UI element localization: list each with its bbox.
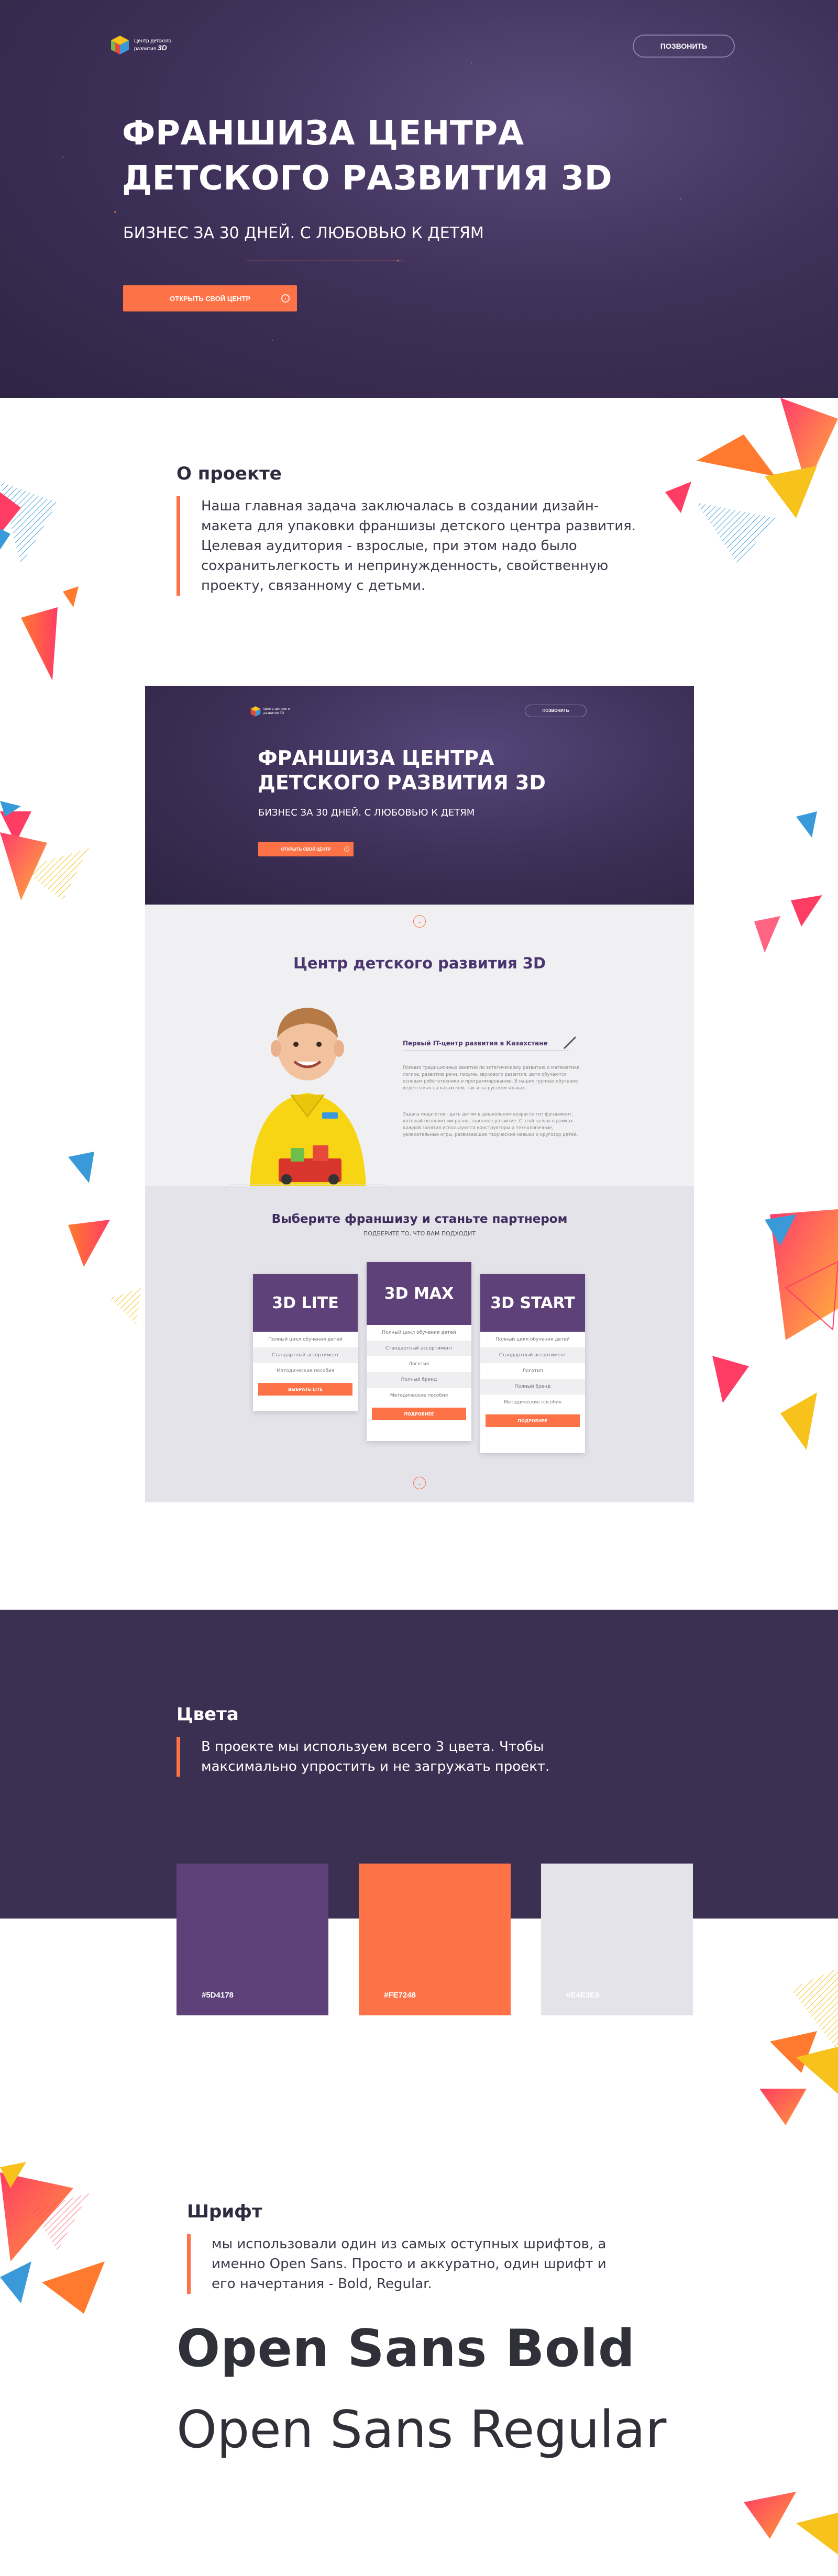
mockup-call-button[interactable]: ПОЗВОНИТЬ bbox=[525, 705, 587, 717]
cube-logo-icon bbox=[111, 36, 129, 54]
call-button[interactable]: ПОЗВОНИТЬ bbox=[633, 35, 735, 58]
mockup-centre-para-1: Помимо традиционных занятий по эстетичес… bbox=[403, 1065, 581, 1091]
plan-row: Полный бренд bbox=[367, 1372, 471, 1388]
open-centre-button[interactable]: ОТКРЫТЬ СВОЙ ЦЕНТР › bbox=[123, 285, 297, 311]
colors-text: В проекте мы используем всего 3 цвета. Ч… bbox=[177, 1737, 564, 1777]
plan-row: Стандартный ассортимент bbox=[367, 1341, 471, 1356]
hero-section: Центр детского развития 3D ПОЗВОНИТЬ ФРА… bbox=[0, 0, 838, 398]
mockup-logo: Центр детского развития 3D bbox=[250, 706, 290, 717]
hero-title-line-1: ФРАНШИЗА ЦЕНТРА bbox=[122, 114, 524, 153]
swatch-hex: #E4E3E9 bbox=[566, 1991, 600, 2000]
mockup-open-centre-button[interactable]: ОТКРЫТЬ СВОЙ ЦЕНТР › bbox=[258, 842, 354, 856]
font-sample-regular: Open Sans Regular bbox=[177, 2400, 667, 2460]
mockup-logo-line-2: развития 3D bbox=[263, 711, 284, 715]
scroll-down-icon[interactable]: ⌄ bbox=[413, 1477, 426, 1489]
font-sample-bold: Open Sans Bold bbox=[177, 2319, 635, 2379]
plan-button-label: ВЫБРАТЬ LITE bbox=[288, 1387, 323, 1392]
swatch-purple: #5D4178 bbox=[177, 1864, 328, 2015]
logo-3d: 3D bbox=[157, 43, 167, 52]
swatch-hex: #5D4178 bbox=[202, 1991, 234, 2000]
arrow-right-icon: › bbox=[281, 294, 290, 303]
plan-card-lite: 3D LITE Полный цикл обучения детей Станд… bbox=[253, 1274, 358, 1411]
mockup-centre-para-2: Задача педагогов - дать детям в дошкольн… bbox=[403, 1112, 578, 1138]
swatch-light: #E4E3E9 bbox=[541, 1864, 693, 2015]
mockup-arrow-right-icon: › bbox=[344, 846, 349, 852]
logo[interactable]: Центр детского развития 3D bbox=[110, 35, 171, 55]
hero-title-line-2: ДЕТСКОГО РАЗВИТИЯ 3D bbox=[122, 159, 613, 198]
mockup-plans-heading: Выберите франшизу и станьте партнером bbox=[271, 1212, 568, 1226]
plan-card-max: 3D MAX Полный цикл обучения детей Станда… bbox=[367, 1262, 471, 1441]
open-centre-button-label: ОТКРЫТЬ СВОЙ ЦЕНТР bbox=[170, 294, 250, 303]
pencil-icon bbox=[403, 1036, 577, 1051]
mockup-centre-section: ⌄ Центр детского развития 3D Первый IT-ц… bbox=[145, 905, 694, 1187]
child-photo bbox=[229, 1008, 386, 1187]
plan-card-start: 3D START Полный цикл обучения детей Стан… bbox=[480, 1274, 585, 1453]
mockup-hero-title: ФРАНШИЗА ЦЕНТРА ДЕТСКОГО РАЗВИТИЯ 3D bbox=[258, 746, 546, 795]
font-text: мы использовали один из самых оступных ш… bbox=[187, 2234, 616, 2294]
mockup-hero-title-line-2: ДЕТСКОГО РАЗВИТИЯ 3D bbox=[258, 771, 546, 794]
hero-title: ФРАНШИЗА ЦЕНТРА ДЕТСКОГО РАЗВИТИЯ 3D bbox=[122, 111, 612, 201]
plan-row: Полный цикл обучения детей bbox=[382, 1330, 456, 1335]
mockup-hero-subtitle: БИЗНЕС ЗА 30 ДНЕЙ. С ЛЮБОВЬЮ К ДЕТЯМ bbox=[258, 807, 475, 818]
plan-row: Методические пособия bbox=[390, 1392, 448, 1398]
about-text: Наша главная задача заключалась в создан… bbox=[177, 496, 637, 596]
plan-row: Логотип bbox=[409, 1361, 429, 1367]
mockup-plans-subheading: ПОДБЕРИТЕ ТО, ЧТО ВАМ ПОДХОДИТ bbox=[363, 1230, 476, 1237]
plan-row: Методические пособия bbox=[276, 1368, 335, 1374]
hero-subtitle: БИЗНЕС ЗА 30 ДНЕЙ. С ЛЮБОВЬЮ К ДЕТЯМ bbox=[123, 224, 484, 242]
plan-button-label: ПОДРОБНЕЕ bbox=[404, 1411, 434, 1417]
page: Центр детского развития 3D ПОЗВОНИТЬ ФРА… bbox=[0, 0, 838, 2576]
scroll-down-icon[interactable]: ⌄ bbox=[413, 915, 426, 928]
mockup-open-centre-label: ОТКРЫТЬ СВОЙ ЦЕНТР bbox=[281, 846, 331, 852]
plan-name: 3D START bbox=[480, 1274, 585, 1332]
plan-max-button[interactable]: ПОДРОБНЕЕ bbox=[372, 1408, 466, 1420]
plan-row: Стандартный ассортимент bbox=[480, 1347, 585, 1363]
plan-row: Стандартный ассортимент bbox=[253, 1347, 358, 1363]
plan-row: Полный цикл обучения детей bbox=[495, 1336, 570, 1342]
font-heading: Шрифт bbox=[187, 2201, 262, 2222]
plan-button-label: ПОДРОБНЕЕ bbox=[517, 1418, 548, 1423]
plan-start-button[interactable]: ПОДРОБНЕЕ bbox=[486, 1414, 580, 1427]
plan-row: Полный цикл обучения детей bbox=[268, 1336, 343, 1342]
plan-name: 3D MAX bbox=[367, 1262, 471, 1325]
about-heading: О проекте bbox=[177, 463, 282, 484]
mockup-hero-title-line-1: ФРАНШИЗА ЦЕНТРА bbox=[258, 746, 494, 770]
plan-lite-button[interactable]: ВЫБРАТЬ LITE bbox=[258, 1383, 352, 1396]
mockup-hero: Центр детского развития 3D ПОЗВОНИТЬ ФРА… bbox=[145, 686, 694, 905]
website-mockup: Центр детского развития 3D ПОЗВОНИТЬ ФРА… bbox=[145, 686, 694, 1502]
mockup-plans-section: Выберите франшизу и станьте партнером ПО… bbox=[145, 1186, 694, 1502]
plan-row: Полный бренд bbox=[480, 1379, 585, 1395]
logo-line-2: развития bbox=[134, 46, 157, 52]
plan-row: Методические пособия bbox=[503, 1399, 562, 1405]
mockup-centre-heading: Центр детского развития 3D bbox=[293, 954, 546, 972]
swatch-hex: #FE7248 bbox=[384, 1991, 416, 2000]
mockup-cube-logo-icon bbox=[250, 706, 261, 717]
plan-name: 3D LITE bbox=[253, 1274, 358, 1332]
mockup-logo-line-1: Центр детского bbox=[263, 707, 290, 711]
plan-row: Логотип bbox=[522, 1368, 543, 1374]
colors-heading: Цвета bbox=[177, 1704, 239, 1725]
swatch-orange: #FE7248 bbox=[359, 1864, 511, 2015]
